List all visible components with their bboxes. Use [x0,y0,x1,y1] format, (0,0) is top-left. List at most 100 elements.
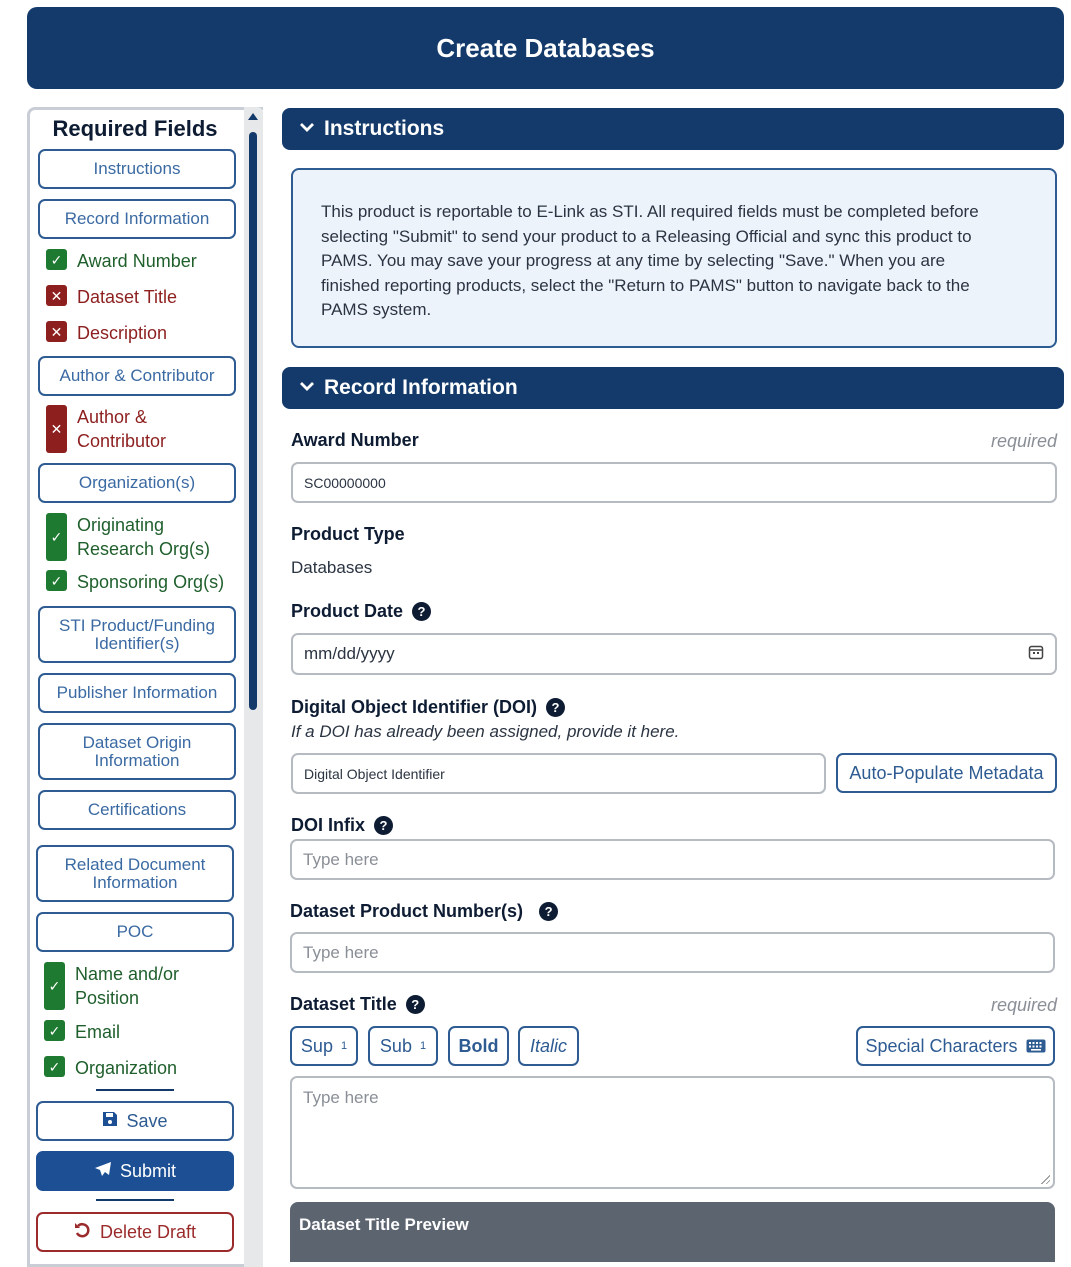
sidebar-divider [96,1089,174,1091]
doi-label-text: Digital Object Identifier (DOI) [291,697,538,717]
required-indicator: required [990,995,1057,1015]
doi-infix-input[interactable]: Type here [290,839,1055,880]
save-button[interactable]: Save [36,1101,234,1141]
sidebar-organizations-label: Organization(s) [78,473,196,492]
italic-label: Italic [529,1035,567,1056]
sidebar-author-contributor-button[interactable]: Author & Contributor [38,356,236,396]
sidebar-record-information-label: Record Information [64,209,210,228]
dataset-title-placeholder: Type here [303,1088,379,1107]
sidebar-dataset-origin-button[interactable]: Dataset Origin Information [38,723,236,780]
bold-label: Bold [458,1035,499,1056]
instructions-section-header[interactable]: Instructions [282,108,1064,150]
check-sponsoring-org[interactable]: ✓ Sponsoring Org(s) [46,570,224,594]
checkmark-icon: ✓ [44,1056,65,1077]
check-label: Description [77,323,168,343]
check-label-line1: Originating [77,515,165,535]
dataset-title-textarea[interactable]: Type here [290,1076,1055,1189]
award-number-value: SC00000000 [304,474,386,491]
error-x-icon: ✕ [46,321,67,342]
check-organization[interactable]: ✓ Organization [44,1056,177,1080]
save-label: Save [126,1110,168,1131]
error-x-icon: ✕ [46,285,67,306]
auto-populate-metadata-button[interactable]: Auto-Populate Metadata [836,753,1057,793]
award-number-label: Award Number [291,430,419,451]
chevron-down-icon [300,379,314,397]
superscript-marker: 1 [340,1040,348,1052]
instructions-heading: Instructions [324,117,445,140]
dataset-title-label-text: Dataset Title [290,994,397,1014]
product-date-placeholder: mm/dd/yyyy [304,644,395,663]
record-information-section-header[interactable]: Record Information [282,367,1064,409]
undo-arrow-icon [74,1221,92,1244]
check-award-number[interactable]: ✓ Award Number [46,249,197,273]
sidebar-poc-button[interactable]: POC [36,912,234,952]
product-date-input[interactable]: mm/dd/yyyy [291,633,1057,675]
check-dataset-title[interactable]: ✕ Dataset Title [46,285,177,309]
check-label-line2: Research Org(s) [77,539,211,559]
checkmark-icon: ✓ [44,962,65,1010]
sidebar-dataset-origin-line1: Dataset Origin [82,732,192,752]
check-description[interactable]: ✕ Description [46,321,167,345]
page-header: Create Databases [27,7,1064,89]
help-question-icon[interactable]: ? [405,995,425,1014]
product-date-label: Product Date ? [291,601,432,622]
help-question-icon[interactable]: ? [546,698,566,717]
subscript-button[interactable]: Sub 1 [368,1026,438,1066]
calendar-icon[interactable] [1028,644,1044,665]
doi-label: Digital Object Identifier (DOI) ? [291,697,566,718]
check-label-line1: Name and/or [75,964,180,984]
check-email[interactable]: ✓ Email [44,1020,120,1044]
help-question-icon[interactable]: ? [412,602,432,621]
special-characters-label: Special Characters [865,1035,1018,1056]
subscript-marker: 1 [419,1040,427,1052]
instructions-text-box: This product is reportable to E-Link as … [291,168,1057,348]
special-characters-button[interactable]: Special Characters [856,1026,1055,1066]
bold-button[interactable]: Bold [448,1026,509,1066]
required-indicator: required [990,431,1057,451]
instructions-line: PAMS. You may save your progress at any … [321,251,946,270]
record-information-heading: Record Information [324,376,518,399]
sidebar-certifications-label: Certifications [87,800,187,819]
instructions-line: selecting "Submit" to send your product … [321,226,972,246]
check-originating-research-org[interactable]: ✓ Originating Research Org(s) [46,513,210,561]
resize-grip-icon[interactable] [1040,1174,1050,1184]
sidebar-divider [96,1199,174,1201]
sidebar-organizations-button[interactable]: Organization(s) [38,463,236,503]
award-number-input[interactable]: SC00000000 [291,462,1057,503]
dataset-product-number-label: Dataset Product Number(s) ? [290,901,559,922]
sidebar-instructions-label: Instructions [93,159,181,178]
product-type-value: Databases [291,558,373,577]
check-name-position[interactable]: ✓ Name and/or Position [44,962,179,1010]
help-question-icon[interactable]: ? [374,816,394,835]
sidebar-record-information-button[interactable]: Record Information [38,199,236,239]
sidebar-instructions-button[interactable]: Instructions [38,149,236,189]
sidebar-publisher-button[interactable]: Publisher Information [38,673,236,713]
sidebar-scroll-thumb[interactable] [249,132,257,710]
sidebar-title: Required Fields [52,116,218,141]
check-label: Dataset Title [77,287,178,307]
dataset-product-number-placeholder: Type here [303,942,379,962]
doi-input[interactable]: Digital Object Identifier [291,753,826,794]
sidebar-certifications-button[interactable]: Certifications [38,790,236,830]
sidebar-related-document-button[interactable]: Related Document Information [36,845,234,902]
checkmark-icon: ✓ [46,570,67,591]
superscript-button[interactable]: Sup 1 [290,1026,358,1066]
help-question-icon[interactable]: ? [539,902,559,921]
product-type-label: Product Type [291,524,405,545]
submit-button[interactable]: Submit [36,1151,234,1191]
scroll-up-arrow-icon[interactable] [248,113,258,120]
sidebar-publisher-label: Publisher Information [56,683,218,702]
instructions-line: This product is reportable to E-Link as … [321,202,979,221]
product-date-label-text: Product Date [291,601,404,621]
sidebar-sti-product-button[interactable]: STI Product/Funding Identifier(s) [38,606,236,663]
doi-infix-placeholder: Type here [303,849,379,869]
sidebar-related-doc-line1: Related Document [64,854,206,874]
check-label: Organization [75,1058,178,1078]
italic-button[interactable]: Italic [518,1026,579,1066]
checkmark-icon: ✓ [46,513,67,561]
check-label-line2: Position [75,988,140,1008]
error-x-icon: ✕ [46,405,67,453]
dataset-product-number-input[interactable]: Type here [290,932,1055,973]
check-author-contributor[interactable]: ✕ Author & Contributor [46,405,166,453]
delete-draft-button[interactable]: Delete Draft [36,1212,234,1252]
